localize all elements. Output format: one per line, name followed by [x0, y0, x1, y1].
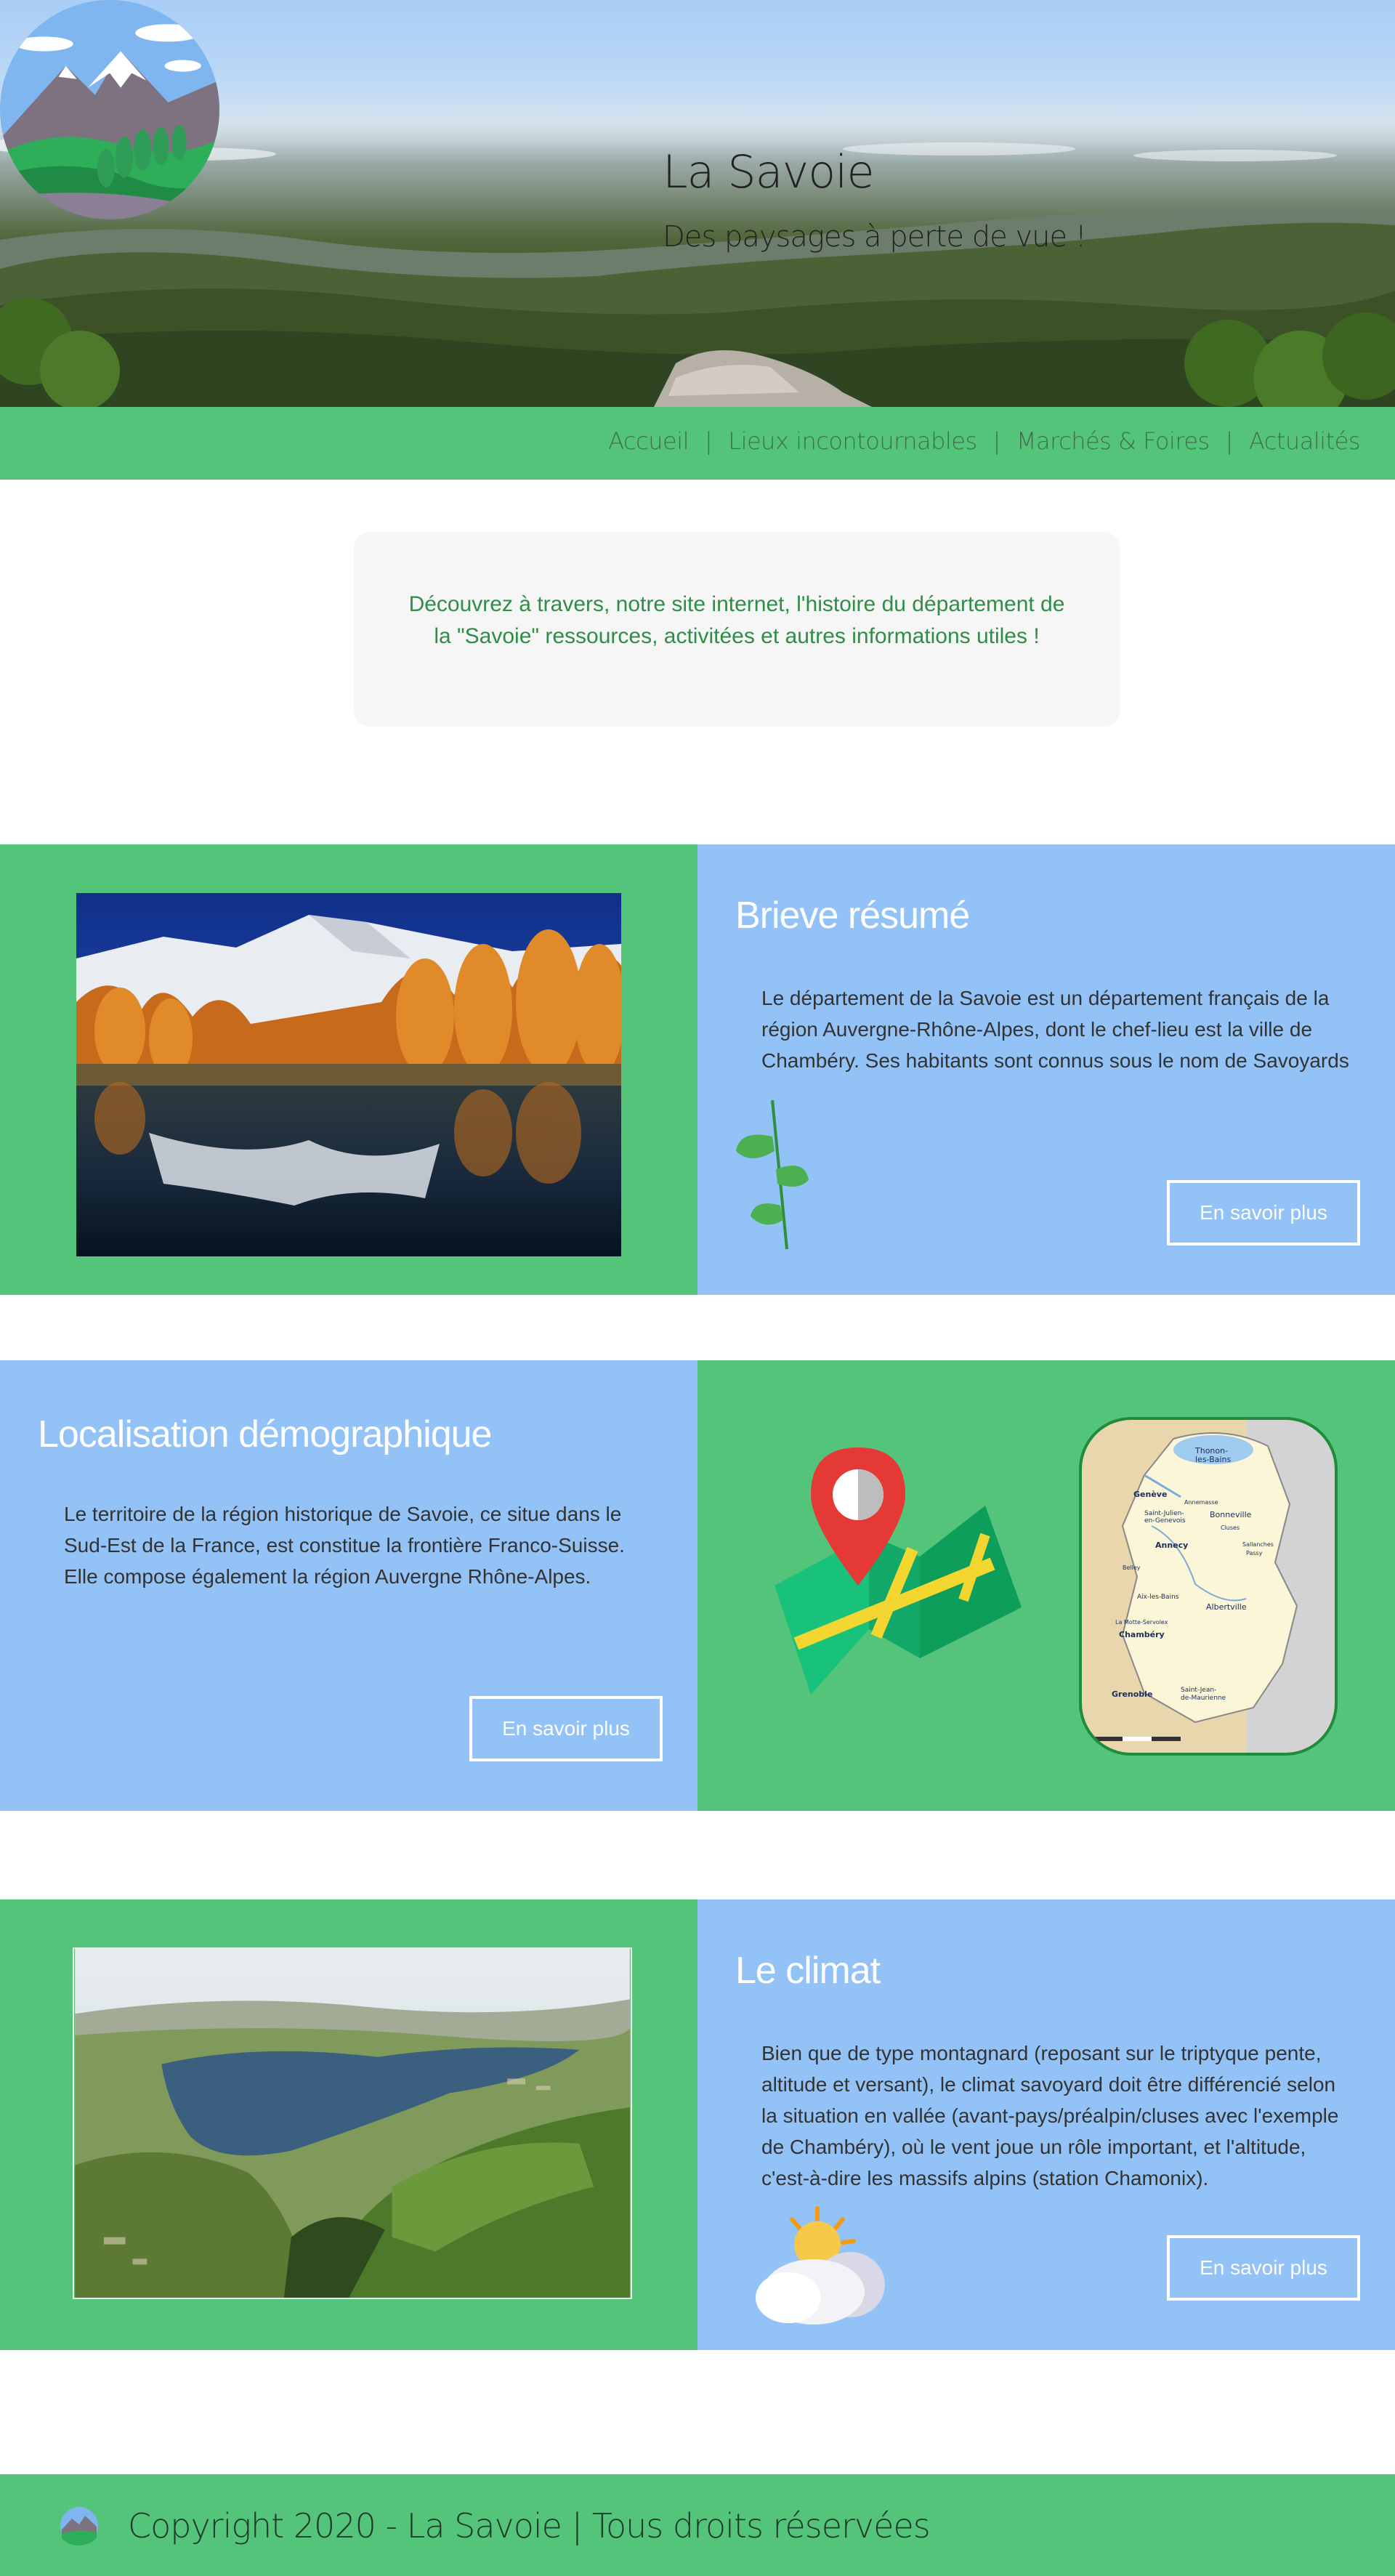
- map-label: Annemasse: [1184, 1499, 1218, 1506]
- map-label: Aix-les-Bains: [1137, 1594, 1179, 1601]
- map-label: Chambéry: [1119, 1630, 1165, 1639]
- lake-aerial-photo: [73, 1947, 632, 2299]
- section-climat: Le climat Bien que de type montagnard (r…: [0, 1899, 1395, 2350]
- map-label: les-Bains: [1195, 1455, 1231, 1464]
- site-title: La Savoie: [663, 145, 875, 198]
- climat-learn-more-button[interactable]: En savoir plus: [1167, 2235, 1360, 2301]
- map-label: Genève: [1133, 1490, 1167, 1499]
- map-label: de-Maurienne: [1181, 1695, 1226, 1702]
- section-resume-image-panel: [0, 844, 698, 1295]
- intro-text: Découvrez à travers, notre site internet…: [408, 592, 1065, 648]
- section-localisation: Localisation démographique Le territoire…: [0, 1360, 1395, 1811]
- nav-lieux-incontournables[interactable]: Lieux incontournables: [728, 427, 977, 455]
- nav-accueil[interactable]: Accueil: [608, 427, 689, 455]
- section-resume-text-panel: Brieve résumé Le département de la Savoi…: [698, 844, 1395, 1295]
- map-label: Saint-Jean-: [1181, 1687, 1216, 1694]
- section-climat-text: Bien que de type montagnard (reposant su…: [761, 2042, 1339, 2189]
- section-resume-title: Brieve résumé: [735, 895, 970, 937]
- map-label: Saint-Julien-: [1144, 1510, 1184, 1517]
- section-climat-text-panel: Le climat Bien que de type montagnard (r…: [698, 1899, 1395, 2350]
- section-resume: Brieve résumé Le département de la Savoi…: [0, 844, 1395, 1295]
- footer-copyright: Copyright 2020 - La Savoie | Tous droits…: [128, 2506, 931, 2545]
- map-label: en-Genevois: [1144, 1517, 1186, 1525]
- section-localisation-text-panel: Localisation démographique Le territoire…: [0, 1360, 698, 1811]
- site-logo-icon[interactable]: [0, 0, 219, 219]
- section-resume-text: Le département de la Savoie est un dépar…: [761, 987, 1349, 1072]
- nav-separator: |: [1225, 427, 1234, 455]
- section-localisation-text: Le territoire de la région historique de…: [64, 1503, 625, 1588]
- footer: Copyright 2020 - La Savoie | Tous droits…: [0, 2474, 1395, 2576]
- section-localisation-image-panel: Thonon- les-Bains Genève Annemasse Saint…: [698, 1360, 1395, 1811]
- map-label: Sallanches: [1242, 1541, 1274, 1548]
- map-label: Passy: [1246, 1550, 1263, 1556]
- localisation-learn-more-button[interactable]: En savoir plus: [469, 1696, 663, 1761]
- section-localisation-title: Localisation démographique: [38, 1413, 492, 1455]
- section-climat-image-panel: [0, 1899, 698, 2350]
- map-label: Cluses: [1221, 1525, 1240, 1531]
- nav-marches-foires[interactable]: Marchés & Foires: [1016, 427, 1210, 455]
- savoie-map: Thonon- les-Bains Genève Annemasse Saint…: [1079, 1417, 1338, 1756]
- page: { "header": { "title": "La Savoie", "sub…: [0, 0, 1395, 2576]
- hero-banner: La Savoie Des paysages à perte de vue !: [0, 0, 1395, 407]
- nav-separator: |: [704, 427, 713, 455]
- nav-separator: |: [992, 427, 1001, 455]
- main-nav: Accueil | Lieux incontournables | Marché…: [608, 427, 1360, 455]
- site-subtitle: Des paysages à perte de vue !: [663, 220, 1087, 254]
- map-label: Grenoble: [1112, 1689, 1152, 1699]
- footer-logo-icon: [60, 2507, 98, 2545]
- map-label: Annecy: [1155, 1541, 1188, 1550]
- weather-sun-cloud-icon: [756, 2206, 885, 2325]
- nav-actualites[interactable]: Actualités: [1249, 427, 1361, 455]
- map-label: Albertville: [1206, 1602, 1247, 1612]
- map-pin-icon: [775, 1448, 1022, 1695]
- map-label: La Motte-Servolex: [1115, 1619, 1168, 1626]
- navigation-bar: Accueil | Lieux incontournables | Marché…: [0, 407, 1395, 480]
- mountain-lake-photo: [76, 893, 621, 1256]
- map-label: Bonneville: [1210, 1510, 1252, 1519]
- section-climat-title: Le climat: [735, 1950, 881, 1992]
- intro-card: Découvrez à travers, notre site internet…: [354, 532, 1120, 727]
- leaf-icon: [736, 1100, 809, 1250]
- resume-learn-more-button[interactable]: En savoir plus: [1167, 1180, 1360, 1245]
- map-label: Belley: [1123, 1564, 1141, 1571]
